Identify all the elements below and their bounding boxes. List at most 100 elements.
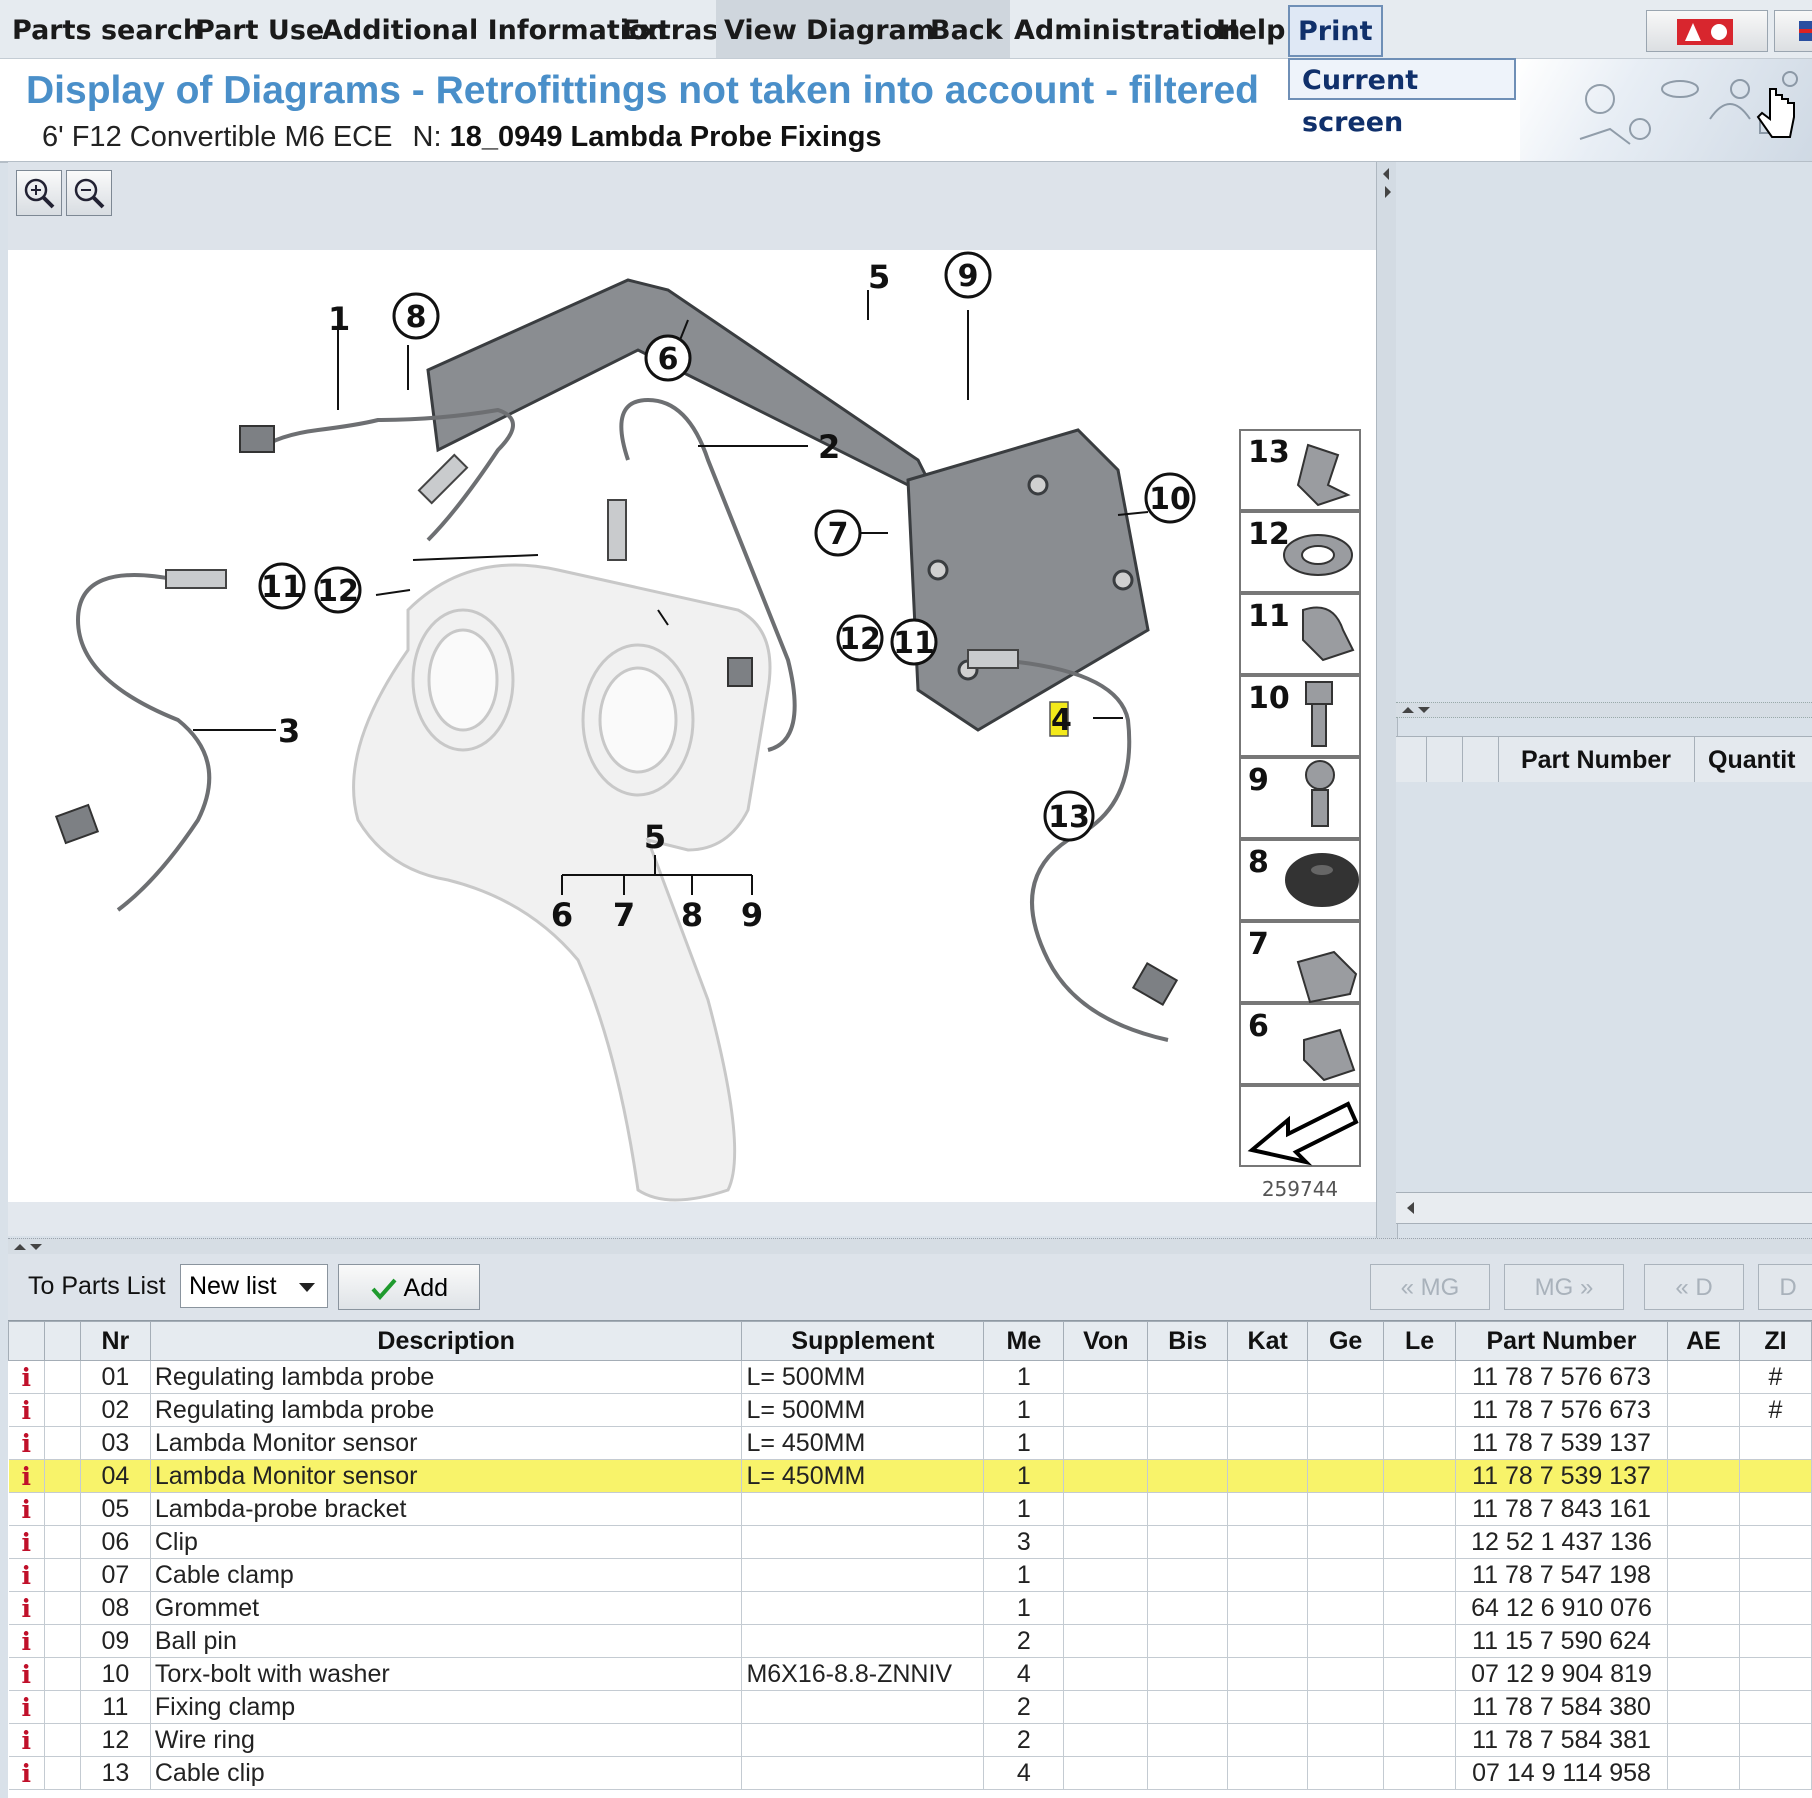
menu-print[interactable]: Print <box>1288 5 1383 57</box>
menu-help[interactable]: Help <box>1216 0 1286 58</box>
right-col-blank-3[interactable] <box>1462 737 1499 783</box>
print-current-screen-item[interactable]: Current screen <box>1288 58 1516 138</box>
right-col-blank-2[interactable] <box>1426 737 1463 783</box>
menu-administration[interactable]: Administration <box>1014 0 1241 58</box>
info-icon[interactable]: i <box>8 1492 45 1526</box>
info-icon[interactable]: i <box>8 1558 45 1592</box>
next-mg-button[interactable]: MG » <box>1504 1264 1624 1310</box>
callout-3[interactable]: 3 <box>278 712 300 750</box>
table-row[interactable]: i 07 Cable clamp 1 11 78 7 547 198 <box>8 1558 1812 1592</box>
col-part-number[interactable]: Part Number <box>1455 1321 1668 1361</box>
scroll-left-icon[interactable] <box>1396 1193 1426 1223</box>
zoom-in-button[interactable] <box>16 170 62 216</box>
legend-11[interactable]: 11 <box>1248 599 1290 634</box>
col-flag[interactable] <box>43 1321 81 1361</box>
group-member-6[interactable]: 6 <box>551 896 573 934</box>
callout-2[interactable]: 2 <box>818 428 840 466</box>
callout-8[interactable]: 8 <box>406 300 427 335</box>
parts-list-select[interactable]: New list <box>180 1264 328 1308</box>
right-panel-splitter[interactable] <box>1396 702 1812 718</box>
legend-13[interactable]: 13 <box>1248 435 1290 470</box>
table-row[interactable]: i 04 Lambda Monitor sensor L= 450MM 1 11 78 7… <box>8 1459 1812 1493</box>
table-row[interactable]: i 11 Fixing clamp 2 11 78 7 584 380 <box>8 1690 1812 1724</box>
table-row[interactable]: i 05 Lambda-probe bracket 1 11 78 7 843 161 <box>8 1492 1812 1526</box>
info-icon[interactable]: i <box>8 1690 45 1724</box>
right-col-part-number[interactable]: Part Number <box>1498 737 1695 783</box>
add-button[interactable]: Add <box>338 1264 480 1310</box>
info-icon[interactable]: i <box>8 1723 45 1757</box>
group-label-5[interactable]: 5 <box>644 818 666 856</box>
prev-d-button[interactable]: « D <box>1644 1264 1744 1310</box>
callout-11-left[interactable]: 11 <box>261 570 303 605</box>
callout-5[interactable]: 5 <box>868 258 890 296</box>
callout-4[interactable]: 4 <box>1051 703 1072 738</box>
right-col-blank-1[interactable] <box>1396 737 1427 783</box>
info-icon[interactable]: i <box>8 1756 45 1790</box>
info-icon[interactable]: i <box>8 1360 45 1394</box>
callout-12-right[interactable]: 12 <box>839 622 881 657</box>
next-d-button[interactable]: D <box>1758 1264 1812 1310</box>
info-icon[interactable]: i <box>8 1657 45 1691</box>
group-member-7[interactable]: 7 <box>613 896 635 934</box>
col-von[interactable]: Von <box>1063 1321 1149 1361</box>
menu-view[interactable]: View <box>724 0 797 58</box>
callout-6[interactable]: 6 <box>658 342 679 377</box>
table-row[interactable]: i 08 Grommet 1 64 12 6 910 076 <box>8 1591 1812 1625</box>
callout-10[interactable]: 10 <box>1149 482 1191 517</box>
col-bis[interactable]: Bis <box>1147 1321 1229 1361</box>
col-zi[interactable]: ZI <box>1738 1321 1812 1361</box>
table-row[interactable]: i 06 Clip 3 12 52 1 437 136 <box>8 1525 1812 1559</box>
callout-13[interactable]: 13 <box>1048 800 1090 835</box>
menu-parts-search[interactable]: Parts search <box>12 0 202 58</box>
info-icon[interactable]: i <box>8 1525 45 1559</box>
legend-9[interactable]: 9 <box>1248 763 1269 798</box>
group-member-9[interactable]: 9 <box>741 896 763 934</box>
legend-10[interactable]: 10 <box>1248 681 1290 716</box>
col-info[interactable] <box>8 1321 45 1361</box>
col-me[interactable]: Me <box>983 1321 1065 1361</box>
table-row[interactable]: i 03 Lambda Monitor sensor L= 450MM 1 11 78 7… <box>8 1426 1812 1460</box>
row-supplement: L= 500MM <box>741 1360 985 1394</box>
menu-extras[interactable]: Extras <box>622 0 718 58</box>
callout-9[interactable]: 9 <box>958 259 979 294</box>
right-horizontal-scrollbar[interactable] <box>1396 1192 1812 1224</box>
col-ae[interactable]: AE <box>1667 1321 1740 1361</box>
zoom-out-button[interactable] <box>66 170 112 216</box>
callout-11-right[interactable]: 11 <box>893 626 935 661</box>
table-row[interactable]: i 12 Wire ring 2 11 78 7 584 381 <box>8 1723 1812 1757</box>
callout-1[interactable]: 1 <box>328 300 350 338</box>
col-supplement[interactable]: Supplement <box>741 1321 985 1361</box>
row-part-number: 11 78 7 539 137 <box>1455 1459 1668 1493</box>
callout-7[interactable]: 7 <box>828 517 849 552</box>
table-row[interactable]: i 02 Regulating lambda probe L= 500MM 1 11 78… <box>8 1393 1812 1427</box>
aos-icon-button[interactable] <box>1646 10 1768 52</box>
table-row[interactable]: i 09 Ball pin 2 11 15 7 590 624 <box>8 1624 1812 1658</box>
info-icon[interactable]: i <box>8 1393 45 1427</box>
prev-mg-button[interactable]: « MG <box>1370 1264 1490 1310</box>
menu-part-use[interactable]: Part Use <box>195 0 324 58</box>
flag-icon-button[interactable] <box>1774 10 1812 52</box>
info-icon[interactable]: i <box>8 1591 45 1625</box>
group-member-8[interactable]: 8 <box>681 896 703 934</box>
table-row[interactable]: i 13 Cable clip 4 07 14 9 114 958 <box>8 1756 1812 1790</box>
callout-12-left[interactable]: 12 <box>317 574 359 609</box>
col-le[interactable]: Le <box>1383 1321 1457 1361</box>
col-kat[interactable]: Kat <box>1227 1321 1309 1361</box>
legend-12[interactable]: 12 <box>1248 517 1290 552</box>
menu-diagram[interactable]: Diagram <box>806 0 935 58</box>
col-ge[interactable]: Ge <box>1307 1321 1385 1361</box>
col-nr[interactable]: Nr <box>79 1321 151 1361</box>
legend-6[interactable]: 6 <box>1248 1009 1269 1044</box>
legend-7[interactable]: 7 <box>1248 927 1269 962</box>
table-row[interactable]: i 10 Torx-bolt with washer M6X16-8.8-ZNNIV 4… <box>8 1657 1812 1691</box>
menu-back[interactable]: Back <box>930 0 1003 58</box>
menu-additional-information[interactable]: Additional Information <box>322 0 667 58</box>
info-icon[interactable]: i <box>8 1624 45 1658</box>
info-icon[interactable]: i <box>8 1426 45 1460</box>
vertical-splitter[interactable] <box>1376 162 1398 1242</box>
col-description[interactable]: Description <box>149 1321 743 1361</box>
legend-8[interactable]: 8 <box>1248 845 1269 880</box>
info-icon[interactable]: i <box>8 1459 45 1493</box>
table-row[interactable]: i 01 Regulating lambda probe L= 500MM 1 11 78… <box>8 1360 1812 1394</box>
right-col-quantity[interactable]: Quantit <box>1694 737 1812 783</box>
